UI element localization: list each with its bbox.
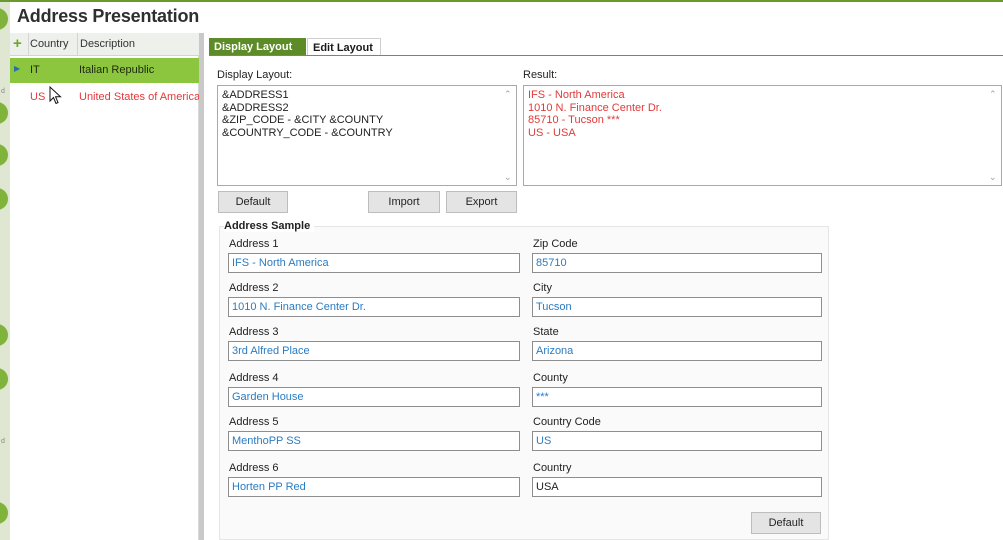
result-line: 85710 - Tucson *** [528, 114, 620, 126]
add-icon[interactable]: + [13, 35, 22, 52]
row-country-code: US [30, 91, 46, 103]
tab-display-layout[interactable]: Display Layout [209, 38, 306, 56]
export-button[interactable]: Export [446, 191, 517, 213]
address-sample-title: Address Sample [224, 220, 315, 232]
country-code-label: Country Code [533, 416, 601, 428]
state-label: State [533, 326, 559, 338]
scroll-up-icon[interactable]: ⌃ [989, 88, 997, 101]
address-2-field[interactable]: 1010 N. Finance Center Dr. [228, 297, 520, 317]
nav-handle[interactable] [0, 502, 8, 524]
page-title: Address Presentation [17, 6, 200, 26]
address-3-label: Address 3 [229, 326, 279, 338]
vertical-scrollbar[interactable]: ⌃ ⌄ [987, 86, 1001, 185]
result-line: IFS - North America [528, 89, 625, 101]
scroll-down-icon[interactable]: ⌄ [504, 171, 512, 184]
address-6-field[interactable]: Horten PP Red [228, 477, 520, 497]
city-label: City [533, 282, 552, 294]
scroll-down-icon[interactable]: ⌄ [989, 171, 997, 184]
county-label: County [533, 372, 568, 384]
strip-tick-mark: d [1, 88, 5, 95]
layout-line: &ADDRESS1 [222, 89, 289, 101]
result-line: US - USA [528, 126, 576, 139]
layout-line: &COUNTRY_CODE - &COUNTRY [222, 126, 393, 139]
nav-handle[interactable] [0, 188, 8, 210]
nav-handle[interactable] [0, 368, 8, 390]
address-6-label: Address 6 [229, 462, 279, 474]
country-field[interactable]: USA [532, 477, 822, 497]
sample-default-button[interactable]: Default [751, 512, 821, 534]
nav-handle[interactable] [0, 8, 8, 30]
display-layout-textarea[interactable]: &ADDRESS1 &ADDRESS2 &ZIP_CODE - &CITY &C… [217, 85, 517, 186]
address-5-label: Address 5 [229, 416, 279, 428]
row-description: Italian Republic [79, 64, 155, 76]
country-code-field[interactable]: US [532, 431, 822, 451]
scroll-up-icon[interactable]: ⌃ [504, 88, 512, 101]
list-header: + Country Description [10, 33, 199, 56]
row-country-code: IT [30, 64, 40, 76]
vertical-scrollbar[interactable]: ⌃ ⌄ [502, 86, 516, 185]
country-label: Country [533, 462, 572, 474]
zip-code-label: Zip Code [533, 238, 578, 250]
left-navigation-strip: d d [0, 2, 10, 540]
top-accent-line [0, 0, 1003, 2]
country-list-panel: + Country Description ▶ IT Italian Repub… [10, 33, 199, 540]
column-header-description[interactable]: Description [80, 38, 135, 50]
strip-tick-mark: d [1, 438, 5, 445]
result-label: Result: [523, 69, 558, 81]
layout-line: &ZIP_CODE - &CITY &COUNTY [222, 114, 384, 126]
column-separator [77, 33, 78, 56]
address-1-field[interactable]: IFS - North America [228, 253, 520, 273]
column-header-country[interactable]: Country [30, 38, 69, 50]
county-field[interactable]: *** [532, 387, 822, 407]
column-separator [28, 33, 29, 56]
list-row[interactable]: ▶ IT Italian Republic [10, 58, 199, 83]
row-description: United States of America [79, 91, 199, 103]
zip-code-field[interactable]: 85710 [532, 253, 822, 273]
display-layout-label: Display Layout: [217, 69, 293, 81]
address-5-field[interactable]: MenthoPP SS [228, 431, 520, 451]
layout-line: &ADDRESS2 [222, 101, 289, 114]
panel-splitter[interactable] [199, 33, 204, 540]
address-2-label: Address 2 [229, 282, 279, 294]
nav-handle[interactable] [0, 102, 8, 124]
default-button[interactable]: Default [218, 191, 288, 213]
state-field[interactable]: Arizona [532, 341, 822, 361]
address-3-field[interactable]: 3rd Alfred Place [228, 341, 520, 361]
list-row[interactable]: US United States of America [10, 85, 199, 110]
city-field[interactable]: Tucson [532, 297, 822, 317]
address-4-field[interactable]: Garden House [228, 387, 520, 407]
current-row-arrow-icon: ▶ [14, 64, 21, 73]
result-line: 1010 N. Finance Center Dr. [528, 101, 662, 114]
result-textarea[interactable]: IFS - North America 1010 N. Finance Cent… [523, 85, 1002, 186]
tab-underline [209, 55, 1003, 56]
nav-handle[interactable] [0, 144, 8, 166]
mouse-cursor-icon [49, 86, 62, 105]
import-button[interactable]: Import [368, 191, 440, 213]
tab-edit-layout[interactable]: Edit Layout [307, 38, 381, 56]
nav-handle[interactable] [0, 324, 8, 346]
address-1-label: Address 1 [229, 238, 279, 250]
address-4-label: Address 4 [229, 372, 279, 384]
